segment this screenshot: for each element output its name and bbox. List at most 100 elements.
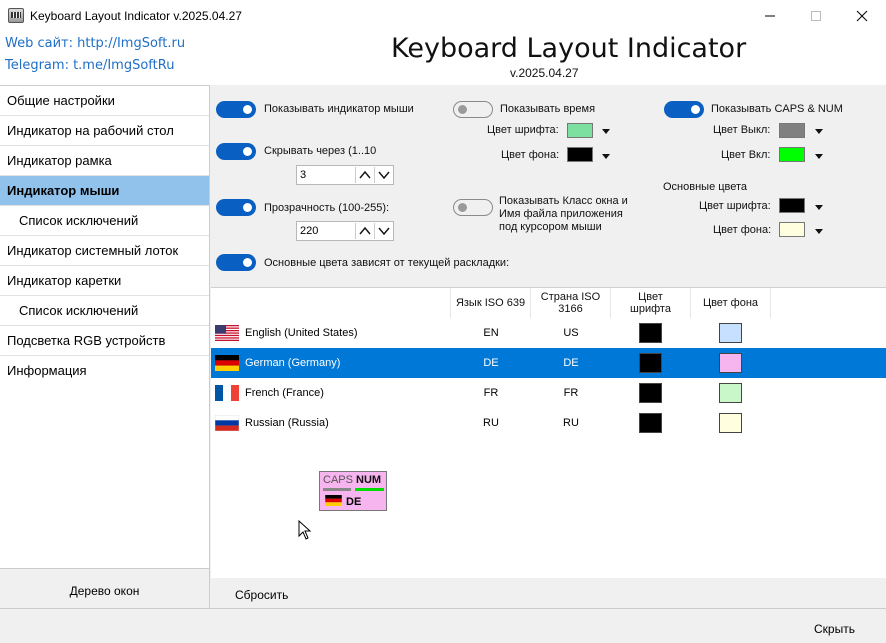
close-icon: [856, 10, 868, 21]
table-row[interactable]: English (United States) EN US: [211, 318, 886, 348]
chevron-down-icon[interactable]: [815, 205, 823, 210]
table-row-selected[interactable]: German (Germany) DE DE: [211, 348, 886, 378]
header-bg-label: Цвет фона: [702, 297, 759, 309]
chevron-down-icon[interactable]: [815, 129, 823, 134]
spin-down-button[interactable]: [374, 223, 392, 239]
layouts-table: Язык ISO 639 Страна ISO 3166 Цвет шрифта…: [211, 287, 886, 578]
table-row[interactable]: Russian (Russia) RU RU: [211, 408, 886, 438]
country-code: RU: [563, 417, 579, 429]
chevron-down-icon[interactable]: [602, 129, 610, 134]
show-class-label-line3: под курсором мыши: [499, 221, 602, 233]
sidebar-item-mouse-indicator[interactable]: Индикатор мыши: [0, 176, 209, 206]
indicator-preview: CAPS NUM DE: [319, 471, 387, 511]
main-font-color-swatch[interactable]: [779, 198, 805, 213]
close-button[interactable]: [839, 0, 885, 31]
header-country-iso: Страна ISO 3166: [531, 288, 611, 318]
sidebar-item-exclusions-mouse[interactable]: Список исключений: [0, 206, 209, 236]
reset-bar: Сбросить: [211, 578, 886, 608]
transparency-spinner[interactable]: 220: [296, 221, 394, 241]
country-code: DE: [563, 357, 579, 369]
show-mouse-indicator-label: Показывать индикатор мыши: [264, 103, 414, 115]
header-country-line1: Страна ISO: [540, 291, 601, 303]
hide-after-toggle[interactable]: [216, 143, 256, 160]
sidebar: Общие настройки Индикатор на рабочий сто…: [0, 85, 210, 608]
show-time-toggle[interactable]: [453, 101, 493, 118]
main-bg-color-label: Цвет фона:: [713, 224, 772, 236]
spin-up-button[interactable]: [355, 167, 373, 183]
transparency-label: Прозрачность (100-255):: [264, 202, 390, 214]
time-font-color-swatch[interactable]: [567, 123, 593, 138]
telegram-link[interactable]: Telegram: t.me/ImgSoftRu: [5, 58, 174, 73]
font-color-box[interactable]: [639, 353, 662, 373]
chevron-up-icon: [359, 226, 371, 235]
sidebar-item-frame-indicator[interactable]: Индикатор рамка: [0, 146, 209, 176]
show-caps-num-toggle[interactable]: [664, 101, 704, 118]
spin-up-button[interactable]: [355, 223, 373, 239]
maximize-button[interactable]: [793, 0, 839, 31]
time-font-color-label: Цвет шрифта:: [487, 124, 559, 136]
sidebar-item-desktop-indicator[interactable]: Индикатор на рабочий стол: [0, 116, 209, 146]
main-font-color-label: Цвет шрифта:: [699, 200, 771, 212]
reset-button[interactable]: Сбросить: [235, 588, 288, 602]
fr-flag-icon: [215, 385, 239, 401]
keyboard-app-icon: [8, 8, 24, 23]
num-state-bar: [355, 488, 384, 491]
lang-code: FR: [483, 387, 499, 399]
minimize-button[interactable]: [747, 0, 793, 31]
country-code: US: [563, 327, 579, 339]
sidebar-item-info[interactable]: Информация: [0, 356, 209, 386]
hide-after-label: Скрывать через (1..10: [264, 145, 377, 157]
chevron-down-icon[interactable]: [815, 229, 823, 234]
hide-after-value: 3: [300, 169, 307, 181]
transparency-toggle[interactable]: [216, 199, 256, 216]
window-title: Keyboard Layout Indicator v.2025.04.27: [30, 9, 242, 23]
hide-after-spinner[interactable]: 3: [296, 165, 394, 185]
sidebar-item-rgb[interactable]: Подсветка RGB устройств: [0, 326, 209, 356]
layout-name: Russian (Russia): [245, 417, 329, 429]
window-tree-button[interactable]: Дерево окон: [0, 568, 210, 608]
hide-button[interactable]: Скрыть: [814, 622, 855, 636]
sidebar-item-exclusions-caret[interactable]: Список исключений: [0, 296, 209, 326]
sidebar-item-general[interactable]: Общие настройки: [0, 86, 209, 116]
lang-code: EN: [483, 327, 499, 339]
caps-off-color-label: Цвет Выкл:: [713, 124, 771, 136]
website-link[interactable]: Web сайт: http://ImgSoft.ru: [5, 36, 185, 51]
header-font-line1: Цвет: [638, 291, 663, 303]
table-row[interactable]: French (France) FR FR: [211, 378, 886, 408]
header-lang-label: Язык ISO 639: [455, 297, 526, 309]
layout-name: French (France): [245, 387, 324, 399]
bg-color-box[interactable]: [719, 353, 742, 373]
lang-code: RU: [483, 417, 499, 429]
mouse-cursor-icon: [298, 520, 312, 540]
bg-color-box[interactable]: [719, 383, 742, 403]
lang-code: DE: [483, 357, 499, 369]
font-color-box[interactable]: [639, 323, 662, 343]
font-color-box[interactable]: [639, 413, 662, 433]
show-mouse-indicator-toggle[interactable]: [216, 101, 256, 118]
header-lang-iso: Язык ISO 639: [451, 288, 531, 318]
show-class-toggle[interactable]: [453, 199, 493, 216]
colors-depend-label: Основные цвета зависят от текущей раскла…: [264, 257, 510, 269]
us-flag-icon: [215, 325, 239, 341]
show-time-label: Показывать время: [500, 103, 596, 115]
sidebar-item-caret-indicator[interactable]: Индикатор каретки: [0, 266, 209, 296]
caps-on-color-swatch[interactable]: [779, 147, 805, 162]
caps-off-color-swatch[interactable]: [779, 123, 805, 138]
chevron-down-icon[interactable]: [815, 154, 823, 159]
colors-depend-toggle[interactable]: [216, 254, 256, 271]
sidebar-item-tray-indicator[interactable]: Индикатор системный лоток: [0, 236, 209, 266]
header-layout-name: [211, 288, 451, 318]
spin-down-button[interactable]: [374, 167, 392, 183]
chevron-up-icon: [359, 170, 371, 179]
bg-color-box[interactable]: [719, 413, 742, 433]
de-flag-icon: [325, 495, 342, 506]
main-bg-color-swatch[interactable]: [779, 222, 805, 237]
time-bg-color-swatch[interactable]: [567, 147, 593, 162]
header-font-color: Цвет шрифта: [611, 288, 691, 318]
title-bar: Keyboard Layout Indicator v.2025.04.27: [0, 0, 886, 31]
font-color-box[interactable]: [639, 383, 662, 403]
bg-color-box[interactable]: [719, 323, 742, 343]
header-bg-color: Цвет фона: [691, 288, 771, 318]
chevron-down-icon[interactable]: [602, 154, 610, 159]
maximize-icon: [811, 10, 821, 21]
